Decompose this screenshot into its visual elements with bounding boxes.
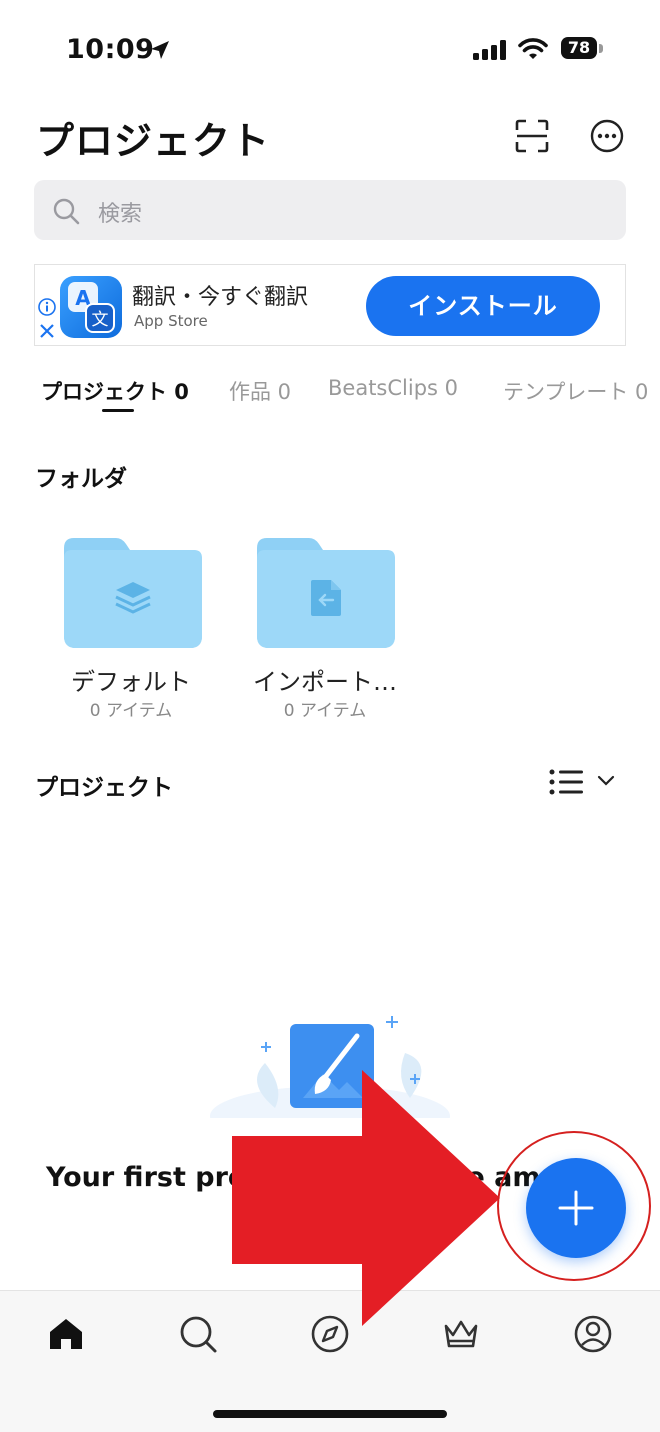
profile-icon[interactable] [573,1314,613,1354]
ad-info-icon[interactable] [38,298,56,316]
annotation-arrow [232,1070,500,1326]
projects-section-title: プロジェクト [35,775,173,801]
list-view-icon[interactable] [549,768,583,796]
scan-icon[interactable] [515,119,549,153]
cellular-signal-icon [473,40,506,60]
folder-item-count: 0 アイテム [283,701,367,721]
tab-beatsclips[interactable]: BeatsClips 0 [328,376,458,400]
tab-works[interactable]: 作品 0 [229,376,291,406]
folder-name: デフォルト [71,668,191,696]
install-button[interactable]: インストール [366,276,600,336]
battery-indicator: 78 [561,37,605,61]
folder-item-count: 0 アイテム [89,701,173,721]
battery-level: 78 [561,37,597,59]
svg-text:文: 文 [92,310,109,330]
search-icon [53,198,80,225]
tab-projects[interactable]: プロジェクト 0 [41,376,189,406]
location-arrow-icon [151,41,169,59]
wifi-icon [518,38,548,59]
folder-default[interactable] [64,536,202,652]
import-file-icon [311,580,341,616]
add-project-button[interactable] [526,1158,626,1258]
chevron-down-icon[interactable] [597,774,615,788]
folders-section-title: フォルダ [35,466,127,492]
translate-app-icon: A 文 [60,276,122,338]
tab-active-indicator [102,409,134,412]
page-title: プロジェクト [36,119,271,163]
folder-import[interactable] [257,536,395,652]
search-placeholder: 検索 [98,202,143,227]
ad-store-name: App Store [134,312,208,330]
home-icon[interactable] [46,1314,86,1354]
layers-icon [115,582,151,614]
status-time: 10:09 [66,34,155,65]
home-indicator [213,1410,447,1418]
folder-name: インポート… [253,668,397,696]
more-options-icon[interactable] [590,119,624,153]
ad-app-name: 翻訳・今すぐ翻訳 [132,285,309,310]
empty-state-text-left: Your first pro [46,1162,247,1193]
ad-close-icon[interactable] [38,322,56,340]
tab-templates[interactable]: テンプレート 0 [503,376,648,406]
search-icon[interactable] [178,1314,218,1354]
plus-icon [558,1190,594,1226]
